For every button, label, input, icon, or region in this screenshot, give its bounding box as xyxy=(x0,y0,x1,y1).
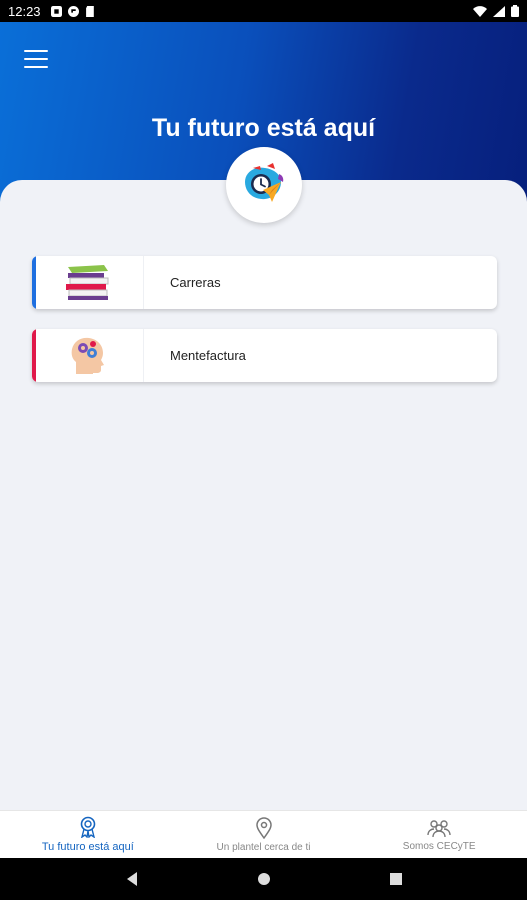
menu-icon[interactable] xyxy=(24,50,48,70)
recents-button[interactable] xyxy=(389,872,403,886)
page-title: Tu futuro está aquí xyxy=(151,114,376,142)
status-bar: 12:23 xyxy=(0,0,527,22)
status-time: 12:23 xyxy=(8,3,41,19)
nav-somos[interactable]: Somos CECyTE xyxy=(351,811,527,858)
wifi-icon xyxy=(473,5,487,17)
sd-card-icon xyxy=(85,5,94,17)
home-button[interactable] xyxy=(257,872,271,886)
clock-paper-plane-icon xyxy=(245,163,284,202)
back-icon xyxy=(126,872,137,886)
bottom-nav: Tu futuro está aquí Un plantel cerca de … xyxy=(0,810,527,858)
nav-plantel[interactable]: Un plantel cerca de ti xyxy=(176,811,352,858)
logo xyxy=(226,147,302,223)
card-label: Carreras xyxy=(170,275,221,290)
app-notification-icon xyxy=(67,5,79,17)
award-icon xyxy=(80,816,96,838)
nav-tu-futuro[interactable]: Tu futuro está aquí xyxy=(0,811,176,858)
group-icon xyxy=(427,819,451,837)
recents-icon xyxy=(389,873,402,885)
notification-icon xyxy=(50,5,62,17)
card-accent xyxy=(32,256,36,309)
nav-label: Un plantel cerca de ti xyxy=(216,841,311,853)
home-icon xyxy=(257,873,270,885)
battery-icon xyxy=(511,5,519,17)
card-carreras[interactable]: Carreras xyxy=(32,256,497,309)
nav-label: Somos CECyTE xyxy=(402,840,476,852)
card-mentefactura[interactable]: Mentefactura xyxy=(32,329,497,382)
signal-icon xyxy=(493,5,505,17)
books-icon xyxy=(32,256,144,309)
nav-label: Tu futuro está aquí xyxy=(41,841,134,853)
card-accent xyxy=(32,329,36,382)
location-pin-icon xyxy=(255,816,272,839)
back-button[interactable] xyxy=(125,871,139,887)
system-nav-bar xyxy=(0,858,527,900)
brain-gears-icon xyxy=(32,329,144,382)
card-label: Mentefactura xyxy=(170,348,246,363)
